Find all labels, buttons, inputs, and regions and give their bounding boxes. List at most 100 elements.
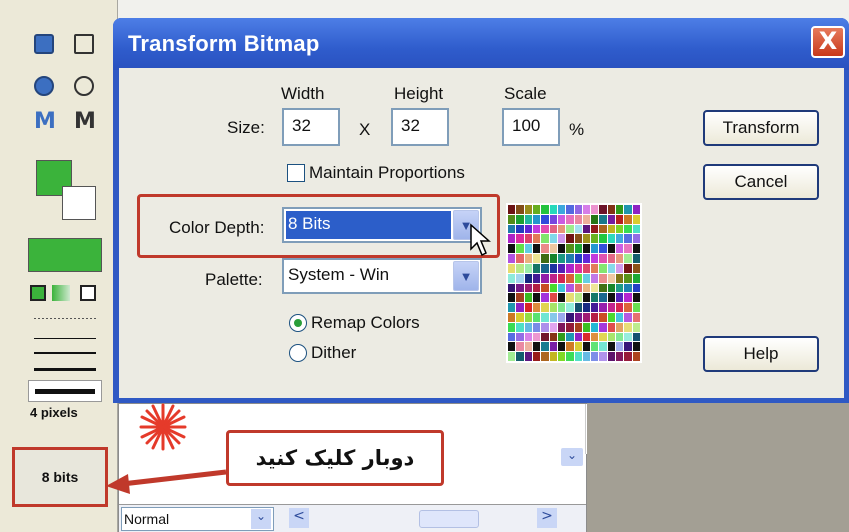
rectangle-tool-icon[interactable] [74, 34, 94, 54]
palette-cell [566, 205, 574, 214]
palette-cell [574, 322, 582, 332]
line-1px-option[interactable] [34, 338, 96, 339]
palette-cell [616, 312, 624, 322]
shape-outline-tool-icon[interactable]: M [74, 111, 96, 133]
palette-cell [582, 273, 591, 283]
dither-label: Dither [311, 343, 357, 362]
background-color-swatch[interactable] [62, 186, 96, 220]
palette-cell [632, 303, 640, 312]
gradient-icon[interactable] [52, 285, 70, 301]
palette-cell [541, 283, 549, 293]
blend-mode-select[interactable]: Normal ⌄ [121, 507, 274, 531]
palette-cell [632, 214, 640, 224]
maintain-proportions-checkbox[interactable] [287, 164, 305, 182]
palette-cell [624, 214, 632, 224]
palette-cell [508, 352, 516, 361]
palette-cell [516, 312, 524, 322]
palette-cell [566, 352, 574, 361]
palette-cell [582, 332, 591, 342]
palette-cell [524, 332, 532, 342]
palette-cell [557, 263, 566, 273]
palette-cell [541, 254, 549, 263]
palette-cell [607, 332, 616, 342]
palette-cell [566, 293, 574, 303]
scale-field[interactable]: 100 [502, 108, 560, 146]
line-dotted-option[interactable] [34, 318, 96, 319]
help-button[interactable]: Help [703, 336, 819, 372]
palette-cell [532, 234, 541, 244]
dialog-title-bar[interactable]: Transform Bitmap X [113, 18, 849, 70]
palette-select[interactable]: System - Win ▼ [282, 258, 482, 294]
fill-color-swatch[interactable] [28, 238, 102, 272]
palette-cell [532, 293, 541, 303]
palette-cell [591, 293, 599, 303]
line-4px-option[interactable] [28, 380, 102, 402]
palette-cell [599, 205, 607, 214]
blend-mode-value: Normal [124, 511, 170, 527]
palette-cell [599, 332, 607, 342]
height-field[interactable]: 32 [391, 108, 449, 146]
dither-radio[interactable] [289, 344, 307, 362]
palette-cell [616, 322, 624, 332]
palette-cell [566, 303, 574, 312]
palette-cell [624, 312, 632, 322]
palette-cell [616, 303, 624, 312]
filled-shape-tool-icon[interactable]: M [34, 111, 56, 133]
palette-cell [541, 205, 549, 214]
palette-cell [582, 293, 591, 303]
palette-cell [616, 332, 624, 342]
white-square-icon[interactable] [80, 285, 96, 301]
color-depth-select[interactable]: 8 Bits ▼ [282, 207, 482, 243]
width-field[interactable]: 32 [282, 108, 340, 146]
palette-cell [607, 214, 616, 224]
palette-cell [508, 254, 516, 263]
chevron-down-icon[interactable]: ▼ [453, 261, 479, 291]
cancel-button[interactable]: Cancel [703, 164, 819, 200]
palette-cell [524, 303, 532, 312]
palette-cell [632, 322, 640, 332]
scroll-right-button[interactable]: > [537, 508, 557, 528]
palette-cell [632, 254, 640, 263]
palette-cell [557, 293, 566, 303]
line-2px-option[interactable] [34, 352, 96, 354]
palette-cell [607, 244, 616, 254]
palette-cell [524, 263, 532, 273]
palette-cell [557, 244, 566, 254]
horizontal-scroll-thumb[interactable] [419, 510, 479, 528]
transform-bitmap-dialog: Transform Bitmap X Width Height Scale Si… [113, 18, 849, 403]
scroll-down-icon[interactable]: ⌄ [561, 448, 583, 466]
scroll-left-button[interactable]: < [289, 508, 309, 528]
palette-cell [566, 244, 574, 254]
palette-cell [508, 263, 516, 273]
green-square-icon[interactable] [30, 285, 46, 301]
palette-cell [541, 322, 549, 332]
palette-cell [599, 224, 607, 234]
annotation-callout: دوبار کلیک کنید [226, 430, 444, 486]
palette-cell [532, 322, 541, 332]
transform-button[interactable]: Transform [703, 110, 819, 146]
palette-cell [508, 283, 516, 293]
filled-rectangle-tool-icon[interactable] [34, 34, 54, 54]
palette-cell [532, 303, 541, 312]
ellipse-tool-icon[interactable] [74, 76, 94, 96]
palette-cell [616, 244, 624, 254]
palette-cell [557, 234, 566, 244]
palette-cell [557, 254, 566, 263]
palette-cell [516, 244, 524, 254]
palette-cell [591, 263, 599, 273]
palette-cell [599, 312, 607, 322]
palette-cell [632, 224, 640, 234]
palette-cell [607, 254, 616, 263]
remap-colors-radio[interactable] [289, 314, 307, 332]
line-3px-option[interactable] [34, 368, 96, 371]
palette-cell [549, 322, 557, 332]
palette-cell [557, 312, 566, 322]
canvas-area [587, 403, 849, 532]
palette-cell [574, 293, 582, 303]
bit-depth-status[interactable]: 8 bits [12, 447, 108, 507]
filled-ellipse-tool-icon[interactable] [34, 76, 54, 96]
close-button[interactable]: X [811, 26, 845, 58]
palette-cell [574, 263, 582, 273]
palette-cell [607, 205, 616, 214]
palette-cell [607, 273, 616, 283]
